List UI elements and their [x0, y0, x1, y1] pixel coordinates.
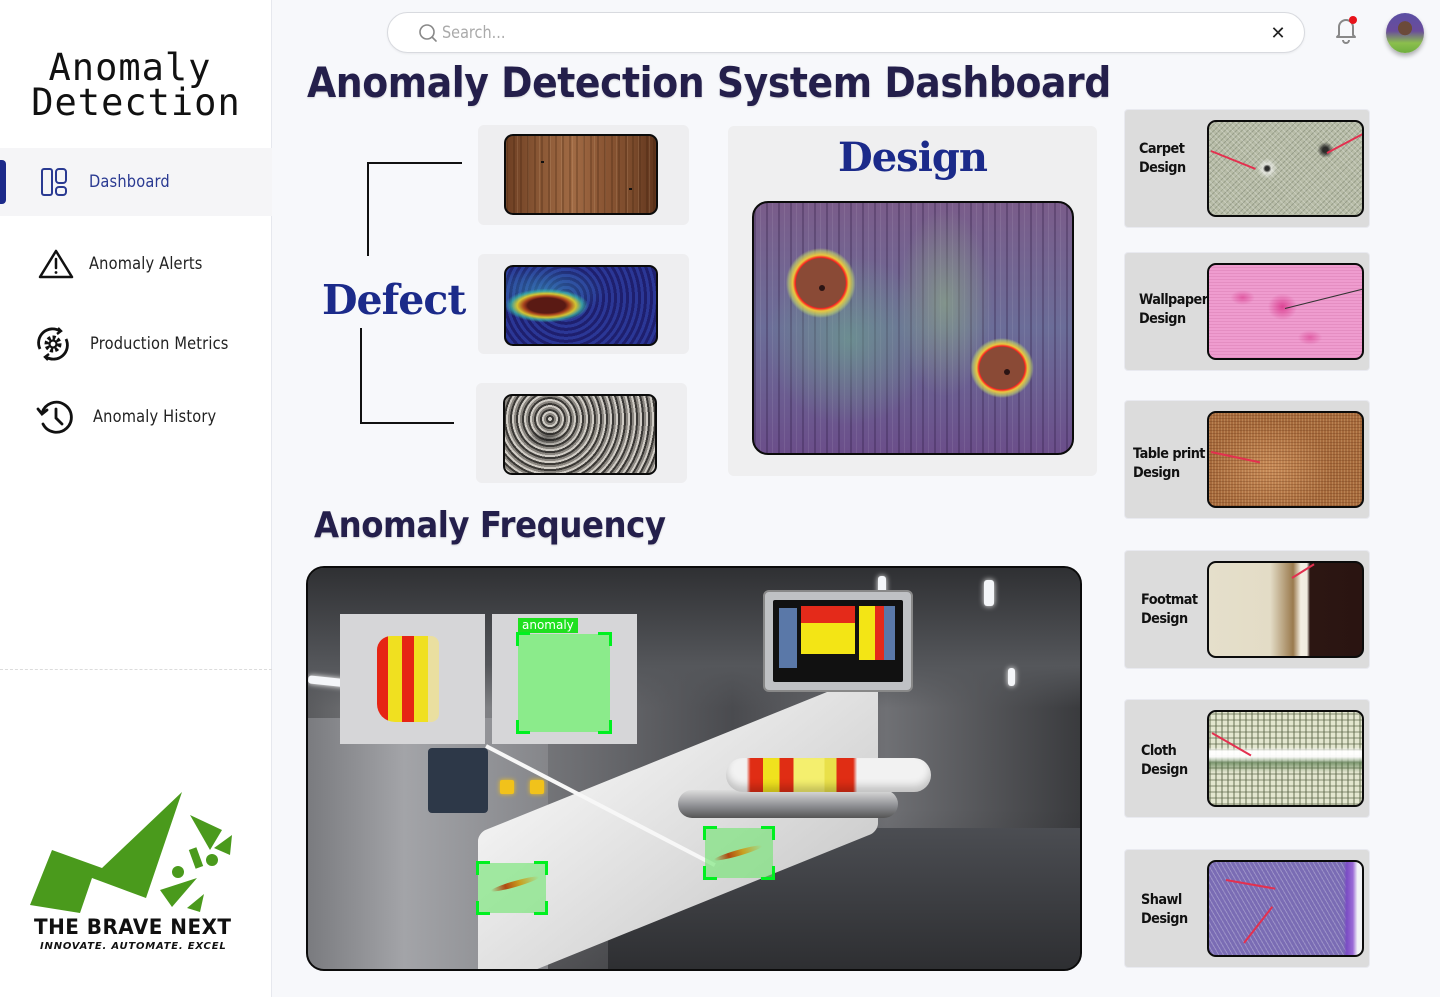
- design-type-label: Wallpaper Design: [1139, 292, 1208, 327]
- defect-pointer: [1326, 133, 1362, 154]
- defect-pointer: [1243, 906, 1274, 944]
- app-brand: Anomaly Detection: [0, 46, 272, 124]
- page-title: Anomaly Detection System Dashboard: [307, 58, 1111, 107]
- detection-box: [703, 826, 775, 880]
- design-type-label: Carpet Design: [1139, 141, 1186, 176]
- defect-sample-card[interactable]: [478, 125, 689, 225]
- search-bar: ✕: [387, 12, 1305, 53]
- design-type-card-wallpaper[interactable]: Wallpaper Design: [1124, 252, 1370, 371]
- control-panel: [428, 748, 488, 813]
- defect-pointer: [1291, 563, 1315, 579]
- defect-sample-card[interactable]: [476, 383, 687, 483]
- design-label: Design: [838, 134, 988, 181]
- sidebar-item-label: Dashboard: [89, 172, 170, 192]
- heatmap-roller: [726, 758, 931, 792]
- sidebar: Anomaly Detection Dashboard Anomaly Aler…: [0, 0, 272, 997]
- clear-search-button[interactable]: ✕: [1268, 22, 1288, 44]
- anomaly-frequency-title: Anomaly Frequency: [314, 505, 666, 546]
- brand-line-1: Anomaly: [48, 46, 212, 89]
- search-icon: [418, 23, 438, 43]
- defect-pointer: [1225, 879, 1276, 890]
- indicator-light: [500, 780, 514, 794]
- connector-line: [367, 162, 462, 164]
- defect-sample-card[interactable]: [478, 254, 689, 354]
- wallpaper-design-image: [1207, 263, 1364, 360]
- sidebar-item-anomaly-history[interactable]: Anomaly History: [0, 383, 272, 451]
- design-type-card-carpet[interactable]: Carpet Design: [1124, 109, 1370, 228]
- sidebar-item-production-metrics[interactable]: Production Metrics: [0, 310, 272, 378]
- anomaly-tag: anomaly: [518, 618, 578, 633]
- wood-defect-image: [504, 134, 658, 215]
- ceiling-light: [1008, 668, 1015, 686]
- avatar[interactable]: [1386, 13, 1424, 53]
- tableprint-design-image: [1207, 411, 1364, 508]
- logo-title: THE BRAVE NEXT: [34, 915, 232, 939]
- design-type-card-cloth[interactable]: Cloth Design: [1124, 699, 1370, 818]
- active-indicator: [0, 160, 6, 204]
- sidebar-item-label: Anomaly History: [93, 407, 217, 427]
- steel-roller: [678, 790, 898, 818]
- notifications-button[interactable]: [1331, 14, 1361, 44]
- sidebar-item-label: Anomaly Alerts: [89, 254, 203, 274]
- history-clock-icon: [35, 397, 75, 437]
- footmat-design-image: [1207, 561, 1364, 658]
- design-type-card-footmat[interactable]: Footmat Design: [1124, 550, 1370, 669]
- design-type-label: Shawl Design: [1141, 892, 1188, 927]
- ceiling-light: [984, 580, 994, 606]
- logo-tagline: INNOVATE. AUTOMATE. EXCEL: [40, 941, 227, 952]
- defect-pointer: [1210, 451, 1261, 464]
- heatmap-sample: [377, 636, 439, 722]
- sidebar-item-dashboard[interactable]: Dashboard: [0, 148, 272, 216]
- design-type-label: Footmat Design: [1141, 592, 1198, 627]
- design-type-label: Cloth Design: [1141, 743, 1188, 778]
- connector-line: [360, 328, 362, 422]
- cloth-design-image: [1207, 710, 1364, 807]
- shawl-design-image: [1207, 860, 1364, 957]
- detection-box: [476, 861, 548, 915]
- heatmap-defect-image: [504, 265, 658, 346]
- design-heatmap-image: [752, 201, 1074, 455]
- defect-label: Defect: [322, 276, 466, 324]
- defect-pointer: [1284, 288, 1362, 309]
- heatmap-sample-inset: [340, 614, 485, 744]
- unread-dot: [1349, 16, 1357, 24]
- dashboard-layout-icon: [34, 162, 74, 202]
- speckled-defect-image: [503, 394, 657, 475]
- sidebar-divider: [0, 669, 272, 670]
- sidebar-item-label: Production Metrics: [90, 334, 229, 354]
- design-type-card-table-print[interactable]: Table print Design: [1124, 400, 1370, 519]
- design-type-card-shawl[interactable]: Shawl Design: [1124, 849, 1370, 968]
- sidebar-item-anomaly-alerts[interactable]: Anomaly Alerts: [0, 230, 272, 298]
- factory-anomaly-visual: anomaly: [306, 566, 1082, 971]
- connector-line: [367, 162, 369, 256]
- warning-triangle-icon: [36, 244, 76, 284]
- brand-line-2: Detection: [31, 81, 241, 124]
- detection-box: [518, 634, 610, 732]
- search-input[interactable]: [442, 19, 1105, 47]
- connector-line: [360, 422, 454, 424]
- detection-sample-inset: anomaly: [492, 614, 637, 744]
- gear-cycle-icon: [33, 324, 73, 364]
- carpet-design-image: [1207, 120, 1364, 217]
- monitor-screen: [773, 600, 903, 682]
- design-type-label: Table print Design: [1133, 446, 1205, 481]
- inspection-monitor: [763, 590, 913, 692]
- defect-pointer: [1210, 150, 1256, 170]
- defect-pointer: [1211, 732, 1252, 757]
- indicator-light: [530, 780, 544, 794]
- design-card[interactable]: Design: [728, 126, 1097, 476]
